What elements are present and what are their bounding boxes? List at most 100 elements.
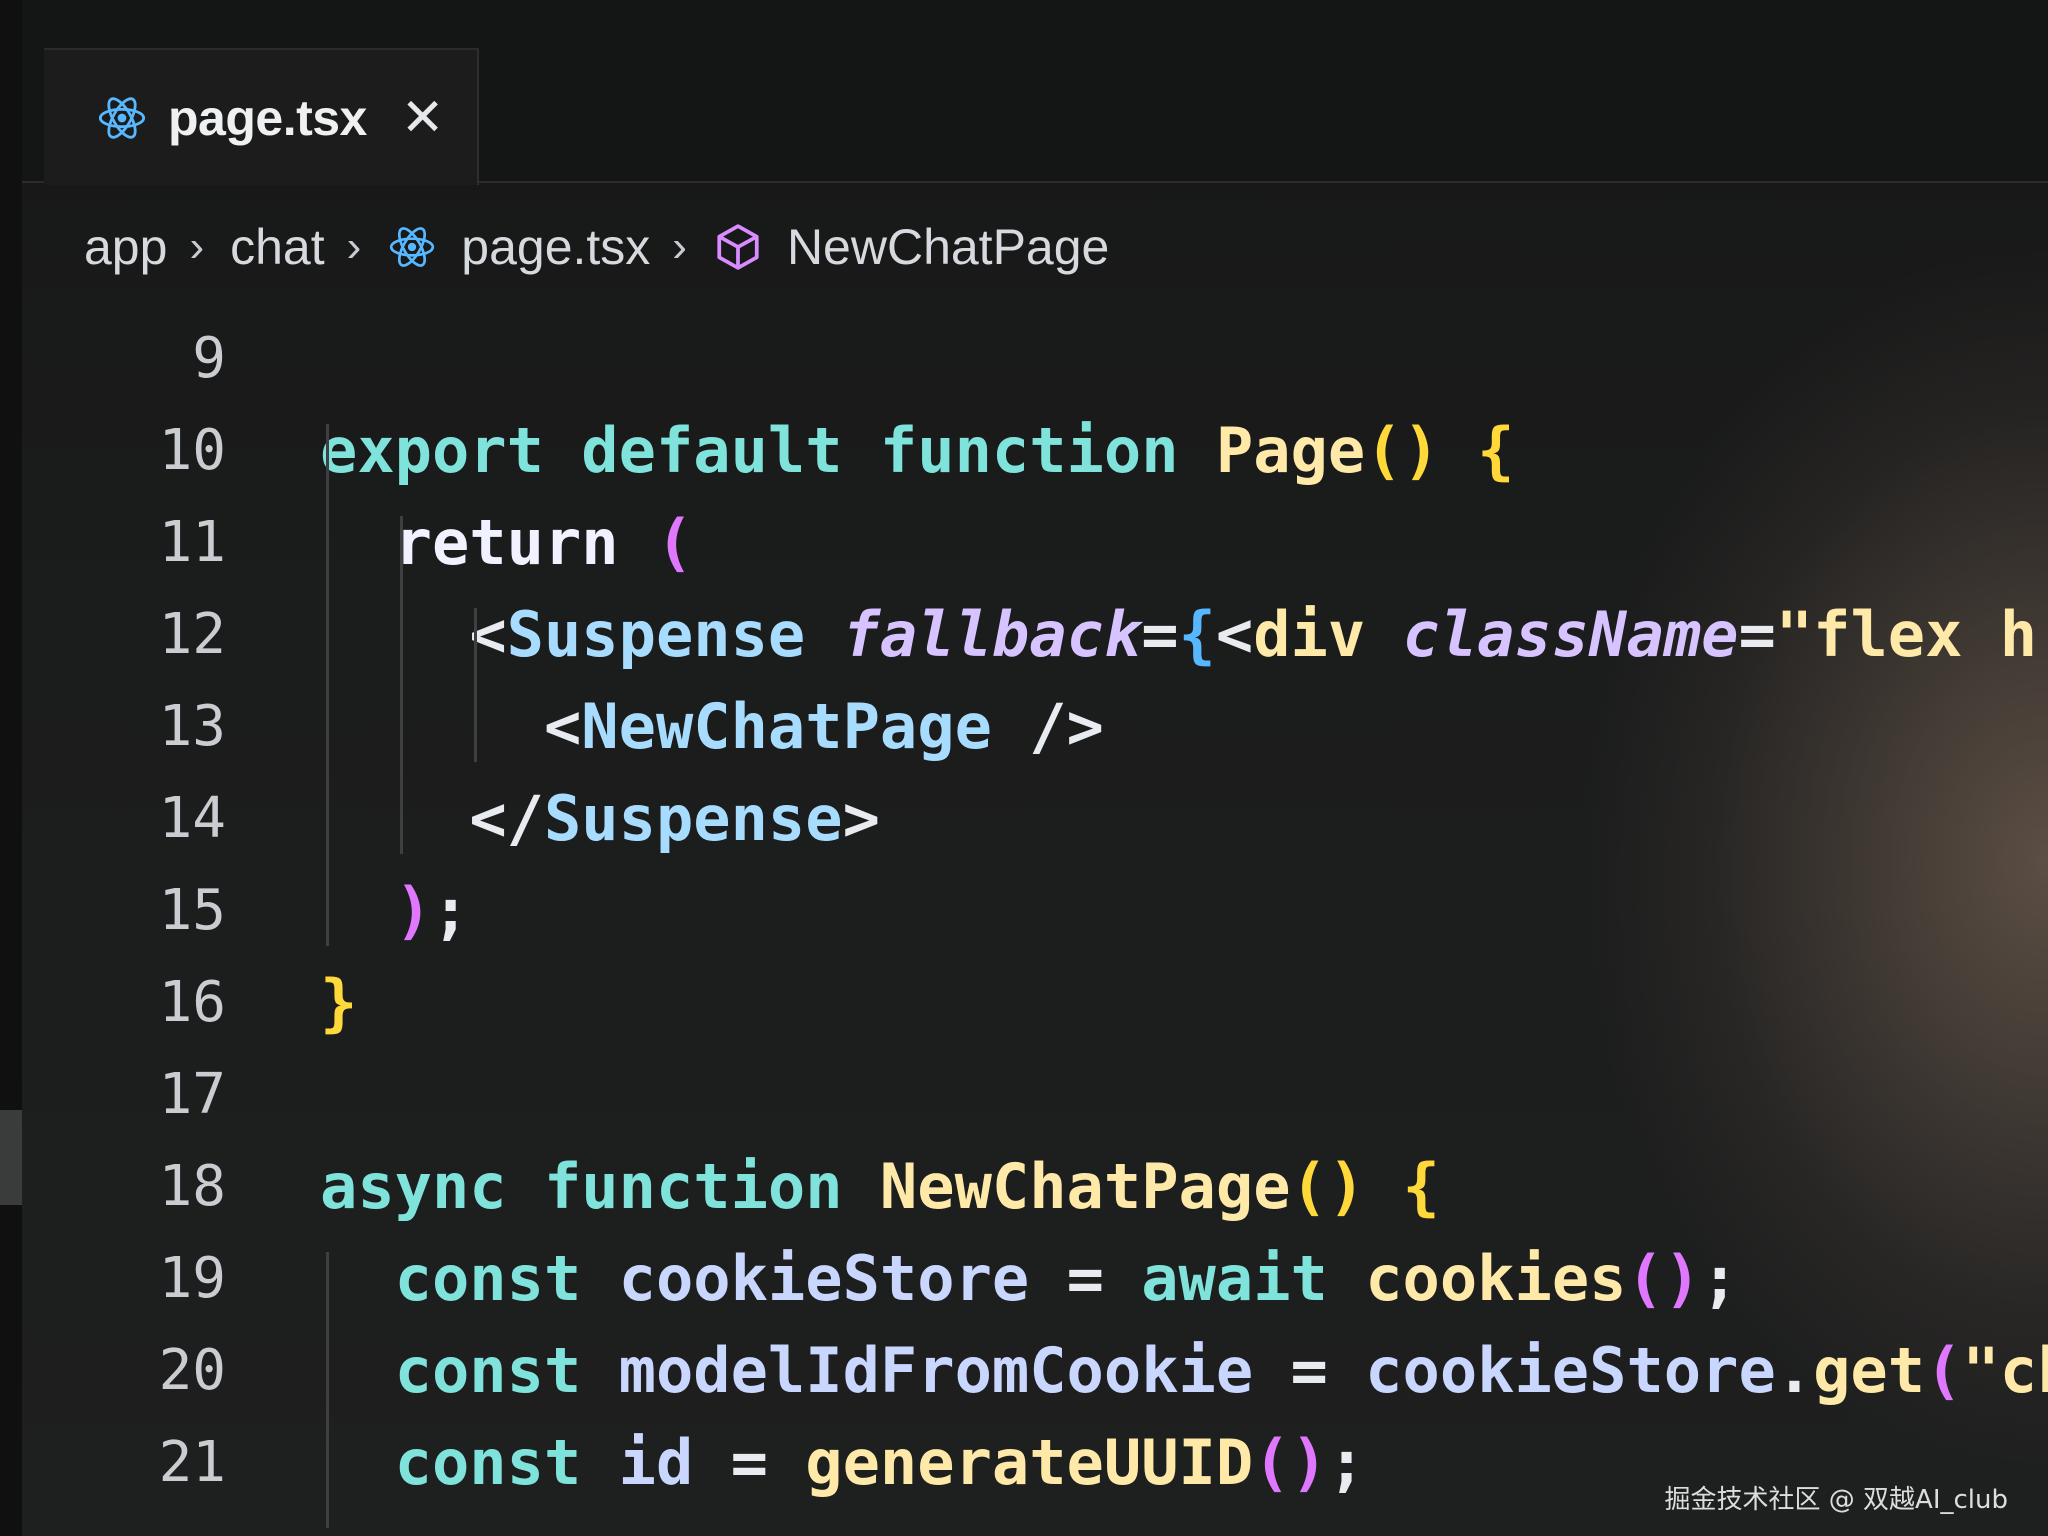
code-token: return — [394, 505, 619, 579]
code-content: <NewChatPage /> — [320, 690, 1104, 763]
code-line[interactable]: 11 return ( — [0, 496, 2048, 588]
indent-guide — [326, 1252, 329, 1528]
code-content: const cookieStore = await cookies(); — [320, 1241, 1739, 1315]
close-icon[interactable]: ✕ — [401, 92, 445, 144]
line-number: 12 — [158, 601, 226, 667]
breadcrumb-item-chat[interactable]: chat — [230, 218, 325, 276]
code-token: . — [1775, 1333, 1814, 1407]
code-token: const — [394, 1241, 582, 1315]
code-line[interactable]: 15 ); — [0, 864, 2048, 956]
code-token: } — [320, 965, 358, 1039]
line-number: 19 — [158, 1245, 226, 1311]
code-token: { — [1178, 597, 1216, 671]
line-number: 10 — [158, 417, 226, 483]
tab-page-tsx[interactable]: page.tsx ✕ — [44, 48, 479, 185]
code-token: < — [1215, 597, 1254, 671]
code-token: ; — [1701, 1241, 1739, 1315]
breadcrumb-separator-icon: › — [346, 222, 362, 271]
code-line[interactable]: 9 — [0, 312, 2048, 404]
code-token: ) — [394, 873, 432, 947]
code-token: await — [1141, 1241, 1328, 1315]
code-content: async function NewChatPage() { — [320, 1150, 1440, 1223]
indent-guide — [326, 424, 329, 946]
code-line[interactable]: 17 — [0, 1048, 2048, 1140]
code-token: const — [394, 1333, 582, 1407]
code-token: </ — [469, 781, 544, 855]
code-line[interactable]: 20 const modelIdFromCookie = cookieStore… — [0, 1324, 2048, 1416]
code-token: "ch — [1962, 1333, 2048, 1407]
code-token: Suspense — [506, 597, 806, 671]
line-number: 9 — [192, 325, 226, 391]
react-icon — [390, 227, 435, 267]
code-token: modelIdFromCookie — [618, 1333, 1254, 1407]
code-content: <Suspense fallback={<div className="flex… — [320, 598, 2037, 671]
line-number: 20 — [158, 1337, 226, 1403]
code-content: </Suspense> — [320, 782, 880, 855]
line-number: 14 — [158, 785, 226, 851]
code-line[interactable]: 10 export default function Page() { — [0, 404, 2048, 496]
code-token: NewChatPage — [879, 1149, 1291, 1223]
code-line[interactable]: 13 <NewChatPage /> — [0, 680, 2048, 772]
code-token: > — [842, 781, 880, 855]
code-token: div — [1253, 597, 1366, 671]
code-content: ); — [320, 873, 470, 947]
code-token: cookieStore — [618, 1241, 1030, 1315]
code-line[interactable]: 14 </Suspense> — [0, 772, 2048, 864]
line-number: 18 — [158, 1153, 226, 1219]
line-number: 16 — [158, 969, 226, 1035]
breadcrumb-item-app[interactable]: app — [84, 218, 167, 276]
tab-label: page.tsx — [168, 89, 367, 146]
code-token: /> — [1029, 689, 1104, 763]
code-token: async — [320, 1149, 507, 1223]
code-token: ( — [655, 505, 694, 579]
component-cube-icon — [717, 224, 759, 270]
breadcrumb-label: NewChatPage — [786, 219, 1110, 275]
code-token: < — [543, 689, 582, 763]
breadcrumb: app › chat › page.tsx › NewChatPage — [84, 212, 1109, 282]
code-token: function — [543, 1149, 843, 1223]
code-token: () — [1365, 413, 1440, 487]
line-number: 17 — [158, 1061, 226, 1127]
breadcrumb-separator-icon: › — [189, 222, 205, 271]
code-token: = — [730, 1425, 768, 1499]
breadcrumb-separator-icon: › — [672, 222, 687, 271]
code-token: { — [1402, 1149, 1440, 1223]
code-line[interactable]: 19 const cookieStore = await cookies(); — [0, 1232, 2048, 1324]
code-line[interactable]: 12 <Suspense fallback={<div className="f… — [0, 588, 2048, 680]
breadcrumb-label: page.tsx — [461, 219, 651, 275]
code-line[interactable]: 16} — [0, 956, 2048, 1048]
code-line[interactable]: 18 async function NewChatPage() { — [0, 1140, 2048, 1232]
code-token: export — [320, 413, 544, 487]
indent-guide — [474, 608, 477, 762]
tab-bar: page.tsx ✕ — [22, 0, 2048, 185]
code-token: () — [1253, 1425, 1328, 1499]
breadcrumb-label: app — [84, 219, 168, 275]
breadcrumb-item-page-tsx[interactable]: page.tsx — [387, 218, 650, 276]
code-token: cookies — [1365, 1241, 1627, 1315]
code-content: const id = generateUUID(); — [320, 1425, 1366, 1499]
line-number: 11 — [158, 509, 226, 575]
code-token: NewChatPage — [581, 689, 992, 763]
code-content: } — [320, 966, 357, 1039]
line-number: 15 — [158, 877, 226, 943]
code-token: () — [1290, 1149, 1366, 1223]
breadcrumb-item-newchatpage[interactable]: NewChatPage — [713, 218, 1109, 276]
